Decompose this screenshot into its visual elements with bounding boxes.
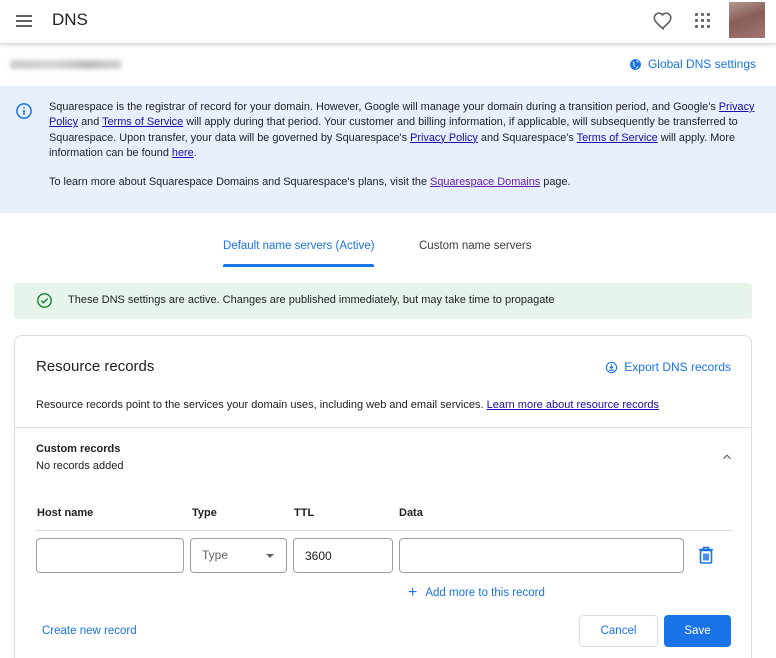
divider xyxy=(36,530,732,531)
cancel-button[interactable]: Cancel xyxy=(579,615,658,647)
page-title: DNS xyxy=(52,10,88,29)
add-more-label: Add more to this record xyxy=(425,587,545,599)
resource-records-title: Resource records xyxy=(36,358,155,375)
type-select[interactable]: Type xyxy=(190,538,287,573)
apps-grid-icon[interactable] xyxy=(695,13,711,29)
info-icon xyxy=(16,103,32,119)
resource-records-description: Resource records point to the services y… xyxy=(36,399,660,411)
export-icon xyxy=(606,361,618,373)
type-select-value: Type xyxy=(202,548,229,562)
dns-active-status-banner: These DNS settings are active. Changes a… xyxy=(14,283,752,319)
tab-default-name-servers[interactable]: Default name servers (Active) xyxy=(223,240,375,267)
plus-icon: + xyxy=(408,584,418,601)
tab-custom-name-servers[interactable]: Custom name servers xyxy=(419,240,531,252)
host-name-input[interactable] xyxy=(36,538,184,573)
domain-bar: Global DNS settings xyxy=(0,46,776,84)
redacted-domain-name xyxy=(10,60,122,69)
terms-of-service-link-squarespace[interactable]: Terms of Service xyxy=(577,132,658,144)
transition-info-banner: Squarespace is the registrar of record f… xyxy=(0,86,776,213)
create-new-record-button[interactable]: Create new record xyxy=(42,625,137,637)
info-banner-text: Squarespace is the registrar of record f… xyxy=(49,101,755,189)
status-text: These DNS settings are active. Changes a… xyxy=(68,294,555,306)
column-header-type: Type xyxy=(192,507,217,519)
top-app-bar: DNS xyxy=(0,0,776,44)
more-info-here-link[interactable]: here xyxy=(172,147,194,159)
column-header-data: Data xyxy=(399,507,423,519)
learn-more-resource-records-link[interactable]: Learn more about resource records xyxy=(487,399,659,411)
export-dns-records-label: Export DNS records xyxy=(624,360,731,374)
hamburger-menu-icon[interactable] xyxy=(16,12,34,30)
check-circle-icon xyxy=(37,293,52,308)
custom-records-title: Custom records xyxy=(36,443,121,455)
terms-of-service-link-google[interactable]: Terms of Service xyxy=(102,116,183,128)
name-server-tabs: Default name servers (Active) Custom nam… xyxy=(0,232,776,268)
custom-records-status: No records added xyxy=(36,460,124,472)
chevron-up-icon[interactable] xyxy=(720,450,734,464)
add-more-to-record-button[interactable]: + Add more to this record xyxy=(408,584,545,601)
ttl-input[interactable] xyxy=(293,538,393,573)
data-input[interactable] xyxy=(399,538,684,573)
globe-icon xyxy=(630,58,641,70)
resource-records-card: Resource records Export DNS records Reso… xyxy=(14,335,752,658)
column-header-host-name: Host name xyxy=(37,507,94,519)
account-avatar[interactable] xyxy=(729,2,765,38)
save-button[interactable]: Save xyxy=(664,615,731,647)
global-dns-settings-label: Global DNS settings xyxy=(647,57,756,71)
privacy-policy-link-squarespace[interactable]: Privacy Policy xyxy=(410,132,478,144)
active-tab-indicator xyxy=(223,264,375,267)
dropdown-arrow-icon xyxy=(266,554,274,558)
divider xyxy=(15,427,751,428)
column-header-ttl: TTL xyxy=(294,507,315,519)
export-dns-records-link[interactable]: Export DNS records xyxy=(605,360,731,374)
squarespace-domains-link[interactable]: Squarespace Domains xyxy=(430,176,540,188)
heart-icon[interactable] xyxy=(652,10,674,32)
global-dns-settings-link[interactable]: Global DNS settings xyxy=(629,57,756,71)
trash-icon[interactable] xyxy=(698,546,714,564)
